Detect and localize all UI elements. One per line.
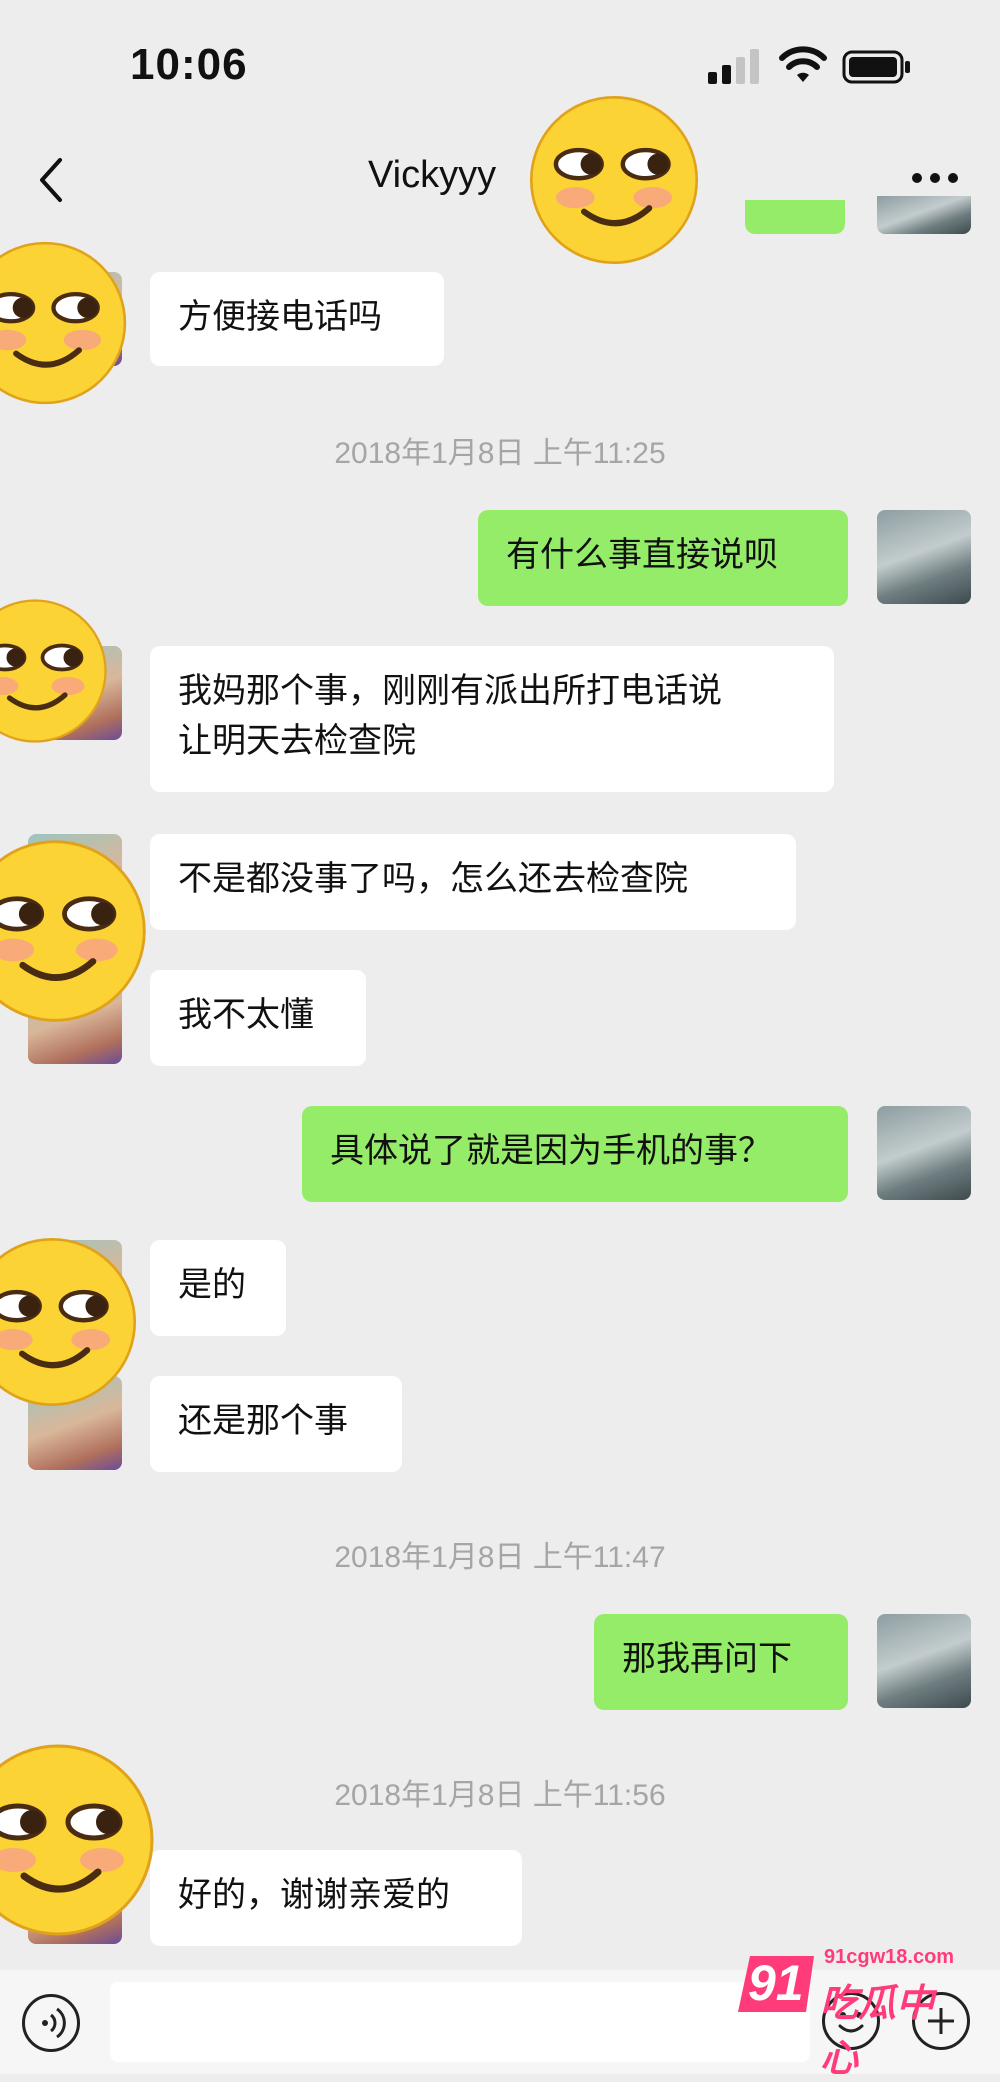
message-bubble-outgoing[interactable]: 具体说了就是因为手机的事？: [302, 1106, 848, 1202]
my-avatar[interactable]: [877, 1106, 971, 1200]
message-text: 是的: [178, 1265, 246, 1305]
watermark-name: 吃瓜中心: [820, 1981, 935, 2080]
my-avatar: [877, 196, 971, 234]
voice-icon[interactable]: [22, 1994, 80, 2052]
message-bubble-incoming[interactable]: 方便接电话吗: [150, 272, 444, 366]
smirk-emoji-sticker: [0, 1744, 154, 1936]
timestamp: 2018年1月8日 上午11:25: [334, 437, 666, 470]
cellular-signal-icon: [708, 49, 759, 84]
message-text: 好的，谢谢亲爱的: [178, 1875, 450, 1915]
message-bubble-incoming[interactable]: 我不太懂: [150, 970, 366, 1066]
message-text: 方便接电话吗: [178, 297, 382, 337]
my-avatar[interactable]: [877, 510, 971, 604]
message-text: 有什么事直接说呗: [506, 535, 778, 575]
message-bubble-incoming[interactable]: 还是那个事: [150, 1376, 402, 1472]
message-bubble-incoming[interactable]: 我妈那个事，刚刚有派出所打电话说 让明天去检查院: [150, 646, 834, 792]
message-text: 我妈那个事，刚刚有派出所打电话说 让明天去检查院: [178, 671, 722, 761]
status-bar: 10:06: [0, 0, 1000, 130]
smirk-emoji-sticker: [0, 840, 146, 1022]
message-bubble-incoming[interactable]: 是的: [150, 1240, 286, 1336]
watermark-number: 91: [748, 1955, 804, 2011]
timestamp: 2018年1月8日 上午11:47: [334, 1541, 666, 1574]
smirk-emoji-sticker: [0, 599, 107, 743]
message-bubble-incoming[interactable]: 不是都没事了吗，怎么还去检查院: [150, 834, 796, 930]
watermark-site: 91cgw18.com: [824, 1946, 955, 1968]
message-text: 我不太懂: [178, 995, 314, 1035]
message-text: 还是那个事: [178, 1401, 348, 1441]
smirk-emoji-sticker: [0, 241, 127, 405]
partial-message-bubble: [745, 200, 845, 234]
chat-title[interactable]: Vickyyy: [368, 154, 496, 197]
message-bubble-incoming[interactable]: 好的，谢谢亲爱的: [150, 1850, 522, 1946]
my-avatar[interactable]: [877, 1614, 971, 1708]
message-bubble-outgoing[interactable]: 那我再问下: [594, 1614, 848, 1710]
chat-header: Vickyyy: [0, 130, 1000, 230]
message-text: 那我再问下: [622, 1639, 792, 1679]
smirk-emoji-sticker: [0, 1237, 137, 1407]
message-bubble-outgoing[interactable]: 有什么事直接说呗: [478, 510, 848, 606]
message-text: 不是都没事了吗，怎么还去检查院: [178, 859, 688, 899]
wifi-icon: [779, 46, 827, 82]
status-time: 10:06: [130, 40, 248, 89]
chevron-left-icon[interactable]: [30, 150, 70, 210]
message-input[interactable]: [110, 1982, 810, 2062]
smirk-emoji-sticker: [529, 95, 699, 265]
battery-icon: [842, 50, 910, 84]
message-text: 具体说了就是因为手机的事？: [330, 1131, 772, 1171]
watermark: 91 91cgw18.com 吃瓜中心: [736, 1936, 966, 2080]
more-icon[interactable]: [910, 170, 960, 186]
